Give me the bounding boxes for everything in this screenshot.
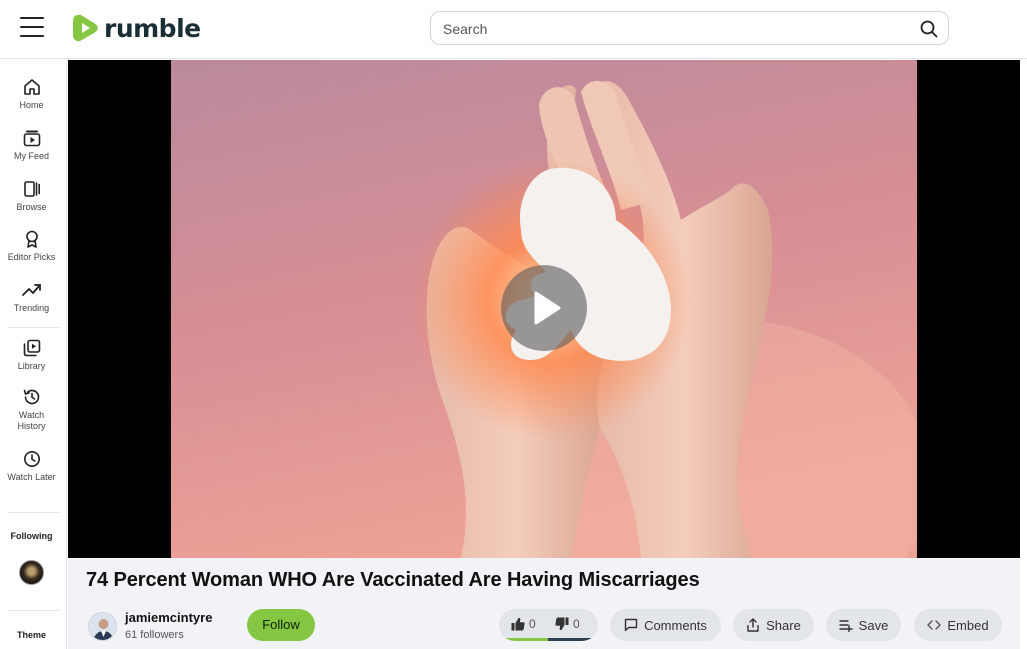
save-label: Save xyxy=(858,617,889,633)
channel-followers: 61 followers xyxy=(125,629,184,641)
left-sidebar: Home My Feed Browse Editor Picks Trendin… xyxy=(0,60,67,649)
sidebar-item-label: Trending xyxy=(13,303,50,313)
comment-icon xyxy=(624,618,638,632)
home-icon xyxy=(23,79,40,95)
sidebar-item-watch-later[interactable]: Watch Later xyxy=(0,450,63,483)
save-button[interactable]: Save xyxy=(826,609,901,641)
dislike-ratio-bar xyxy=(548,638,598,641)
sidebar-item-label: Home xyxy=(19,100,44,110)
code-icon xyxy=(927,620,942,630)
dislike-count: 0 xyxy=(573,616,580,631)
following-heading: Following xyxy=(10,531,53,541)
dislike-button[interactable]: 0 xyxy=(555,609,580,638)
play-button[interactable] xyxy=(501,265,587,351)
channel-avatar-image xyxy=(89,613,116,640)
sidebar-item-label: My Feed xyxy=(13,151,49,161)
embed-button[interactable]: Embed xyxy=(914,609,1002,641)
comments-label: Comments xyxy=(644,617,707,633)
comments-button[interactable]: Comments xyxy=(610,609,721,641)
sidebar-item-label: Watch Later xyxy=(7,472,56,482)
search-bar xyxy=(430,11,949,45)
followed-channel-avatar[interactable] xyxy=(19,560,44,585)
sidebar-item-label: Editor Picks xyxy=(7,252,56,262)
rumble-logo[interactable]: rumble xyxy=(72,12,201,44)
vote-bar: 0 0 xyxy=(499,609,598,641)
video-title: 74 Percent Woman WHO Are Vaccinated Are … xyxy=(86,569,700,591)
sidebar-divider xyxy=(8,327,60,328)
feed-icon xyxy=(23,130,40,147)
like-button[interactable]: 0 xyxy=(511,609,536,638)
sidebar-item-browse[interactable]: Browse xyxy=(0,180,63,213)
search-icon[interactable] xyxy=(920,20,938,38)
logo-text: rumble xyxy=(104,13,201,43)
play-icon xyxy=(534,291,561,325)
award-icon xyxy=(25,230,38,248)
embed-label: Embed xyxy=(947,617,989,633)
sidebar-item-library[interactable]: Library xyxy=(0,339,63,372)
share-icon xyxy=(747,618,759,632)
sidebar-item-label: Browse xyxy=(16,202,47,212)
like-count: 0 xyxy=(529,616,536,631)
channel-name[interactable]: jamiemcintyre xyxy=(125,610,212,625)
sidebar-item-home[interactable]: Home xyxy=(0,78,63,111)
sidebar-item-label: Library xyxy=(17,361,46,371)
history-icon xyxy=(23,389,39,405)
sidebar-item-my-feed[interactable]: My Feed xyxy=(0,129,63,162)
channel-avatar[interactable] xyxy=(88,612,117,641)
sidebar-divider xyxy=(8,610,60,611)
sidebar-item-label: Watch History xyxy=(17,410,46,431)
playlist-add-icon xyxy=(838,620,853,632)
sidebar-item-editor-picks[interactable]: Editor Picks xyxy=(0,230,63,263)
theme-toggle[interactable]: Theme xyxy=(0,630,63,640)
share-label: Share xyxy=(766,617,801,633)
browse-icon xyxy=(23,181,40,197)
clock-icon xyxy=(23,451,40,467)
search-input[interactable] xyxy=(443,19,903,39)
sidebar-item-trending[interactable]: Trending xyxy=(0,281,63,314)
library-icon xyxy=(23,339,40,357)
sidebar-item-watch-history[interactable]: Watch History xyxy=(0,388,63,432)
video-info: 74 Percent Woman WHO Are Vaccinated Are … xyxy=(68,558,1020,649)
thumbs-down-icon xyxy=(555,617,569,630)
top-header: rumble xyxy=(0,0,1027,59)
follow-button[interactable]: Follow xyxy=(247,609,315,641)
video-player[interactable] xyxy=(68,60,1020,558)
thumbs-up-icon xyxy=(511,617,525,630)
trending-icon xyxy=(21,284,41,296)
menu-icon[interactable] xyxy=(20,17,44,37)
rumble-logo-icon xyxy=(73,14,98,42)
sidebar-divider xyxy=(8,512,60,513)
like-ratio-bar xyxy=(499,638,548,641)
share-button[interactable]: Share xyxy=(733,609,814,641)
